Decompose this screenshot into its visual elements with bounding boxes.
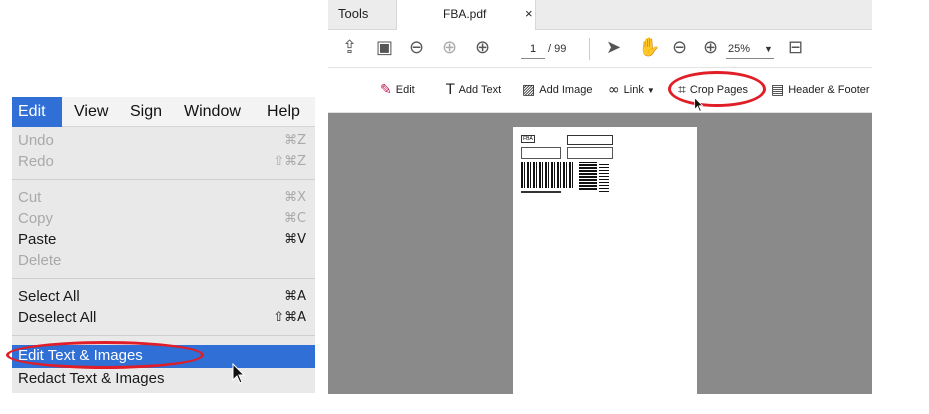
mac-edit-menu-panel: Edit View Sign Window Help Undo ⌘Z Redo … <box>6 97 315 393</box>
print-icon[interactable]: ▣ <box>376 37 393 59</box>
chevron-down-icon: ▼ <box>646 86 655 95</box>
hand-tool-icon[interactable]: ✋ <box>638 37 660 59</box>
label-code: FBA <box>521 135 535 143</box>
annotation-oval <box>6 341 204 369</box>
menu-item-deselect-all[interactable]: Deselect All ⇧⌘A <box>18 307 306 329</box>
page-total: / 99 <box>548 43 567 55</box>
menu-item-label: Deselect All <box>18 309 97 326</box>
shipping-label-thumbnail: FBA <box>521 135 615 197</box>
menu-separator <box>12 179 315 180</box>
select-arrow-icon[interactable]: ➤ <box>606 37 621 59</box>
zoom-level-dropdown[interactable]: 25% ▼ <box>726 39 774 59</box>
menu-item-cut[interactable]: Cut ⌘X <box>18 187 306 209</box>
image-icon: ▨ <box>522 82 536 99</box>
link-button[interactable]: ∞ Link ▼ <box>608 80 655 100</box>
pdf-page[interactable]: FBA <box>513 127 697 394</box>
zoom-level-value: 25% <box>728 43 751 55</box>
close-tab-icon[interactable]: × <box>525 0 533 28</box>
add-image-label: Add Image <box>539 84 593 97</box>
mouse-pointer-icon <box>232 363 246 384</box>
link-icon: ∞ <box>608 82 620 99</box>
next-page-icon[interactable]: ⊕ <box>475 37 490 59</box>
menu-item-delete[interactable]: Delete <box>18 250 306 272</box>
edit-toolbar: ✎ Edit T Add Text ▨ Add Image ∞ Link ▼ ⌗ Crop … <box>328 68 872 113</box>
shortcut-label: ⌘C <box>283 211 306 226</box>
header-footer-icon: ▤ <box>771 82 785 99</box>
upload-cloud-icon[interactable]: ⇪ <box>342 37 357 59</box>
menu-sign[interactable]: Sign <box>130 97 162 127</box>
menu-item-label: Delete <box>18 252 62 269</box>
mouse-pointer-icon <box>694 97 704 112</box>
zoom-out-icon[interactable]: ⊖ <box>672 37 687 59</box>
menu-item-label: Redact Text & Images <box>18 370 165 387</box>
shortcut-label: ⌘A <box>284 289 306 304</box>
menu-item-select-all[interactable]: Select All ⌘A <box>18 286 306 308</box>
menu-item-label: Undo <box>18 132 54 149</box>
label-address-box <box>567 135 613 145</box>
shortcut-label: ⌘Z <box>284 133 306 148</box>
tab-tools[interactable]: Tools <box>338 0 368 30</box>
zoom-in-icon[interactable]: ⊕ <box>703 37 718 59</box>
shortcut-label: ⇧⌘Z <box>273 154 306 169</box>
chevron-down-icon: ▼ <box>764 44 773 54</box>
main-toolbar: ⇪ ▣ ⊖ ⊕ ⊕ 1 / 99 ➤ ✋ ⊖ ⊕ 25% ▼ ⊟ <box>328 30 872 68</box>
menu-bar: Edit View Sign Window Help <box>12 97 315 127</box>
menu-item-label: Redo <box>18 153 54 170</box>
menu-item-label: Copy <box>18 210 54 227</box>
menu-item-label: Cut <box>18 189 42 206</box>
shortcut-label: ⇧⌘A <box>273 310 306 325</box>
tab-file-label: FBA.pdf <box>443 7 487 21</box>
add-text-label: Add Text <box>458 84 502 97</box>
document-canvas: FBA <box>328 113 872 394</box>
menu-item-undo[interactable]: Undo ⌘Z <box>18 130 306 152</box>
menu-help[interactable]: Help <box>267 97 300 127</box>
menu-item-label: Select All <box>18 288 80 305</box>
edit-pdf-icon: ✎ <box>380 82 392 99</box>
menu-edit[interactable]: Edit <box>12 97 62 127</box>
menu-separator <box>12 278 315 279</box>
page-number-input[interactable]: 1 <box>521 39 545 59</box>
menu-window[interactable]: Window <box>184 97 241 127</box>
2d-barcode <box>579 162 597 190</box>
menu-item-redact-text-images[interactable]: Redact Text & Images <box>18 368 306 390</box>
text-t-icon: T <box>446 82 455 99</box>
edit-tool-button[interactable]: ✎ Edit <box>380 80 415 100</box>
add-text-button[interactable]: T Add Text <box>446 80 501 100</box>
add-image-button[interactable]: ▨ Add Image <box>522 80 592 100</box>
label-ship-from <box>521 147 561 159</box>
label-footer-line <box>521 191 561 193</box>
toolbar-divider <box>589 38 590 60</box>
label-ship-to <box>567 147 613 159</box>
link-label: Link <box>623 84 644 97</box>
screenshot-stage: Edit View Sign Window Help Undo ⌘Z Redo … <box>0 0 929 414</box>
shortcut-label: ⌘V <box>284 232 306 247</box>
shortcut-label: ⌘X <box>284 190 306 205</box>
zoom-search-icon[interactable]: ⊖ <box>409 37 424 59</box>
tab-bar: Tools FBA.pdf × <box>328 0 872 30</box>
vertical-barcode <box>599 162 609 192</box>
previous-page-icon[interactable]: ⊕ <box>442 37 457 59</box>
page-fit-icon[interactable]: ⊟ <box>788 37 803 59</box>
menu-item-copy[interactable]: Copy ⌘C <box>18 208 306 230</box>
tab-file[interactable]: FBA.pdf × <box>396 0 536 30</box>
menu-separator <box>12 335 315 336</box>
annotation-oval <box>668 71 766 107</box>
menu-item-label: Paste <box>18 231 57 248</box>
menu-item-redo[interactable]: Redo ⇧⌘Z <box>18 151 306 173</box>
acrobat-window: Tools FBA.pdf × ⇪ ▣ ⊖ ⊕ ⊕ 1 / 99 ➤ ✋ ⊖ ⊕… <box>328 0 872 394</box>
menu-item-paste[interactable]: Paste ⌘V <box>18 229 306 251</box>
edit-tool-label: Edit <box>395 84 415 97</box>
barcode <box>521 162 573 188</box>
header-footer-label: Header & Footer <box>788 84 870 97</box>
menu-view[interactable]: View <box>74 97 108 127</box>
header-footer-button[interactable]: ▤ Header & Footer <box>771 80 870 100</box>
